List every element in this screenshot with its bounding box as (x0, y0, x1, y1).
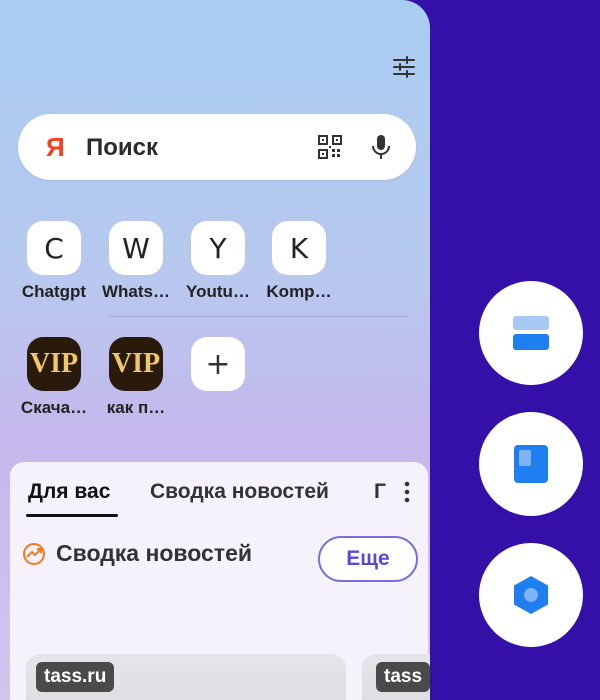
trending-icon (23, 542, 45, 565)
add-shortcut-button[interactable]: + (183, 337, 253, 391)
qr-code-icon[interactable] (318, 135, 342, 159)
page-icon (514, 445, 548, 483)
source-badge: tass (376, 662, 430, 692)
vip-tile: VIP (109, 337, 163, 391)
tab-next[interactable]: Г (374, 480, 390, 504)
shortcuts-divider (110, 316, 408, 317)
more-button[interactable]: Еще (318, 536, 418, 582)
feed-panel: Для вас Сводка новостей Г Сводка новосте… (10, 462, 430, 700)
yandex-logo: Я (46, 132, 65, 162)
shortcut-tile: W (109, 221, 163, 275)
shortcut-label: Скача… (20, 398, 88, 417)
news-card[interactable]: tass (362, 654, 430, 700)
tab-news-summary[interactable]: Сводка новостей (150, 480, 329, 504)
news-card[interactable]: tass.ru (26, 654, 346, 700)
page-button[interactable] (479, 412, 583, 516)
shortcut-vip-download[interactable]: VIP Скача… (19, 337, 89, 418)
sliders-icon (393, 56, 415, 78)
security-button[interactable] (479, 543, 583, 647)
microphone-icon[interactable] (370, 133, 392, 161)
search-bar[interactable]: Я Поиск (18, 114, 416, 180)
shortcut-vip-how[interactable]: VIP как п… (101, 337, 171, 418)
more-vertical-icon[interactable] (400, 480, 414, 504)
shortcut-youtube[interactable]: Y Youtu… (183, 221, 253, 302)
split-screen-icon (513, 316, 549, 350)
shortcut-komp[interactable]: K Komp… (264, 221, 334, 302)
browser-home-screen: Я Поиск C Chatgpt W Whats… Y Youtu… K Ko… (0, 0, 430, 700)
shortcut-label: Youtu… (186, 282, 250, 301)
shortcut-tile: K (272, 221, 326, 275)
search-input[interactable]: Поиск (86, 134, 158, 162)
shortcut-label: Chatgpt (21, 282, 87, 301)
shortcut-label: Komp… (266, 282, 332, 301)
news-section-header: Сводка новостей (22, 540, 252, 567)
vip-tile: VIP (27, 337, 81, 391)
shortcut-chatgpt[interactable]: C Chatgpt (19, 221, 89, 302)
source-badge: tass.ru (36, 662, 115, 692)
shortcut-tile: C (27, 221, 81, 275)
shortcut-tile: Y (191, 221, 245, 275)
shortcut-whatsapp[interactable]: W Whats… (101, 221, 171, 302)
shortcut-label: Whats… (102, 282, 170, 301)
shortcut-label: как п… (106, 398, 166, 417)
plus-icon: + (191, 337, 245, 391)
active-tab-indicator (26, 514, 118, 517)
hexagon-icon (514, 576, 548, 614)
news-section-title: Сводка новостей (56, 540, 252, 566)
split-screen-button[interactable] (479, 281, 583, 385)
tab-for-you[interactable]: Для вас (28, 480, 110, 504)
customize-settings-button[interactable] (388, 52, 420, 82)
